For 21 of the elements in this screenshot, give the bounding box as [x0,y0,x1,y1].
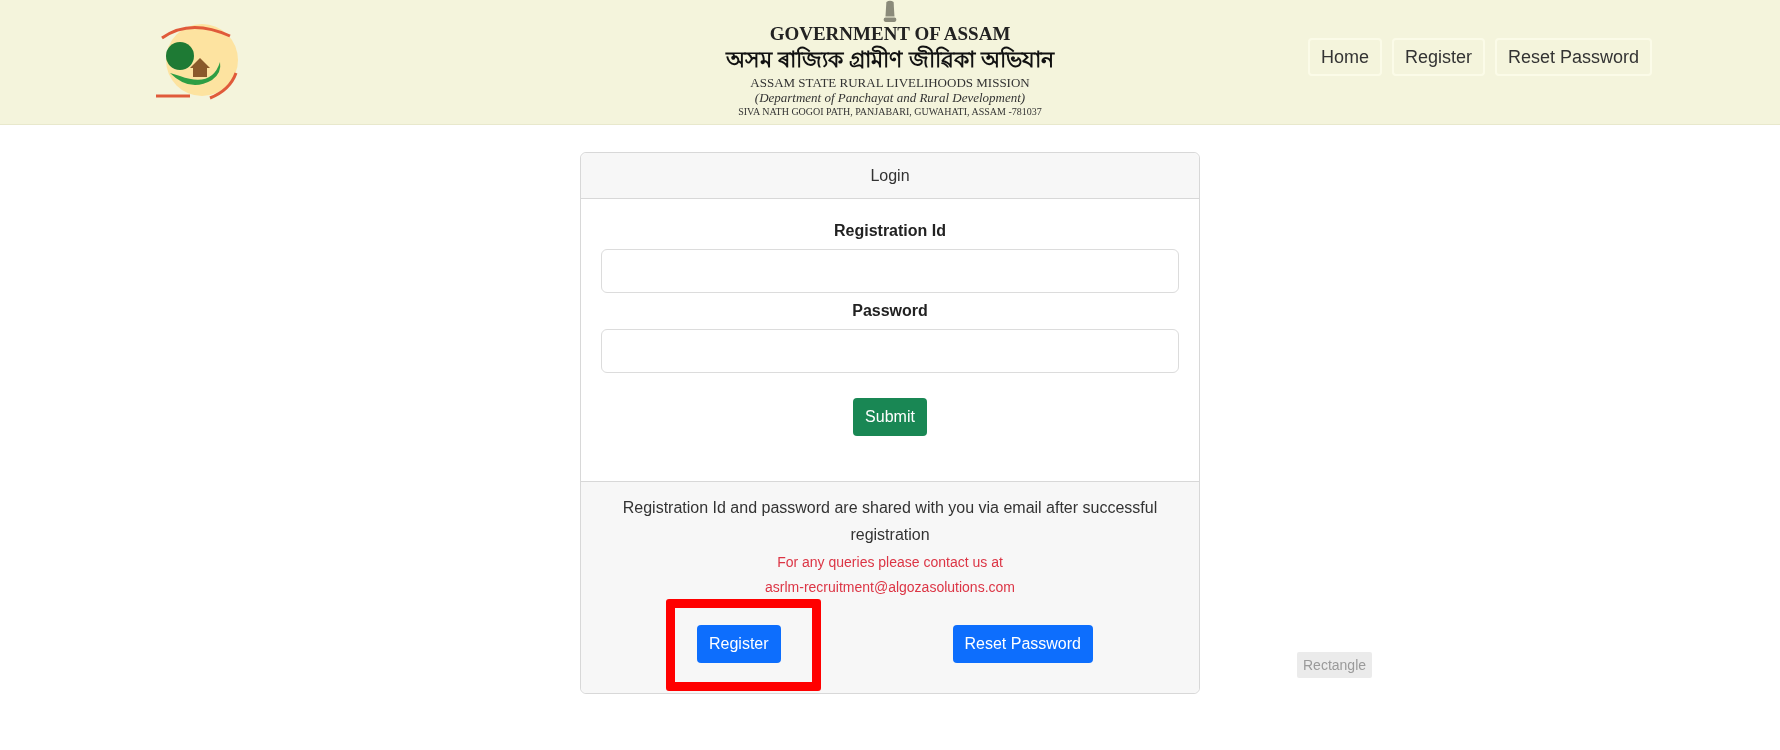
contact-text: For any queries please contact us at [777,553,1003,572]
nav-link[interactable]: Reset Password [1495,38,1653,76]
nav-link[interactable]: Home [1308,38,1382,76]
header-subtitle: ASSAM STATE RURAL LIVELIHOODS MISSION [750,76,1030,90]
emblem-icon [881,0,899,24]
field-label: Password [852,301,928,321]
card-title: Login [581,153,1199,199]
header-title: GOVERNMENT OF ASSAM [769,24,1011,44]
register-button[interactable]: Register [696,625,781,663]
header-department: (Department of Panchayat and Rural Development) [754,90,1026,105]
label-tag: Rectangle [1297,652,1373,678]
field-label: Registration Id [834,221,946,241]
input-field[interactable] [601,329,1179,373]
submit-button[interactable]: Submit [853,398,927,436]
email-text: asrlm-recruitment@algozasolutions.com [765,578,1015,597]
nav-link[interactable]: Register [1392,38,1486,76]
header-local-title: অসম ৰাজ্যিক গ্ৰামীণ জীৱিকা অভিযান [726,44,1054,74]
reset-password-button[interactable]: Reset Password [952,625,1093,663]
header-address: SIVA NATH GOGOI PATH, PANJABARI, GUWAHATI, ASSAM -781037 [738,105,1042,118]
info-text: Registration Id and password are shared with you via email after successful registration [621,498,1159,545]
input-field[interactable] [601,249,1179,293]
